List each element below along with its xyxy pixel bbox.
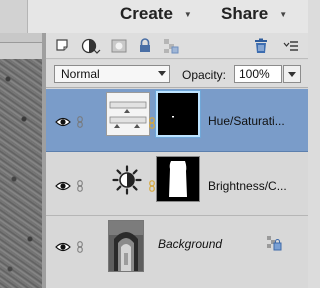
opacity-value: 100%: [239, 67, 270, 81]
brightness-icon[interactable]: [112, 165, 142, 195]
panel-menu-icon[interactable]: [282, 37, 300, 55]
top-left-strip: [0, 0, 28, 33]
opacity-dropdown-button[interactable]: [283, 65, 301, 83]
share-label: Share: [221, 4, 269, 23]
layer-options-row: Normal Opacity: 100%: [46, 60, 308, 88]
opacity-label: Opacity:: [182, 68, 227, 82]
layer-row[interactable]: Brightness/C...: [46, 153, 308, 216]
layer-name[interactable]: Hue/Saturati...: [208, 114, 306, 128]
lock-transparency-icon[interactable]: [266, 235, 282, 251]
share-button[interactable]: Share ▼: [221, 4, 287, 24]
lock-transparency-icon[interactable]: [162, 37, 180, 55]
chevron-down-icon: [288, 72, 296, 77]
chain-icon[interactable]: [77, 240, 83, 253]
top-bar: Create ▼ Share ▼: [0, 0, 308, 33]
trash-icon[interactable]: [252, 37, 270, 55]
layers-panel: Normal Opacity: 100% Hue/Saturati... Bri…: [46, 33, 308, 288]
layer-mask-thumbnail[interactable]: [156, 156, 200, 202]
layer-link-icon[interactable]: [149, 116, 155, 129]
share-dropdown-icon: ▼: [279, 9, 288, 19]
add-mask-icon[interactable]: [110, 37, 128, 55]
chain-icon[interactable]: [77, 115, 83, 128]
canvas-area[interactable]: [0, 33, 46, 288]
canvas-image[interactable]: [0, 59, 42, 288]
blend-mode-value: Normal: [61, 67, 100, 81]
chevron-down-icon: [158, 71, 166, 76]
eye-icon[interactable]: [55, 240, 71, 252]
layer-row[interactable]: Hue/Saturati...: [46, 89, 308, 152]
layers-toolbar: [46, 33, 308, 59]
layer-link-icon[interactable]: [149, 179, 155, 192]
eye-icon[interactable]: [55, 115, 71, 127]
layer-name[interactable]: Background: [158, 237, 256, 251]
create-dropdown-icon: ▼: [183, 9, 192, 19]
background-thumbnail[interactable]: [108, 220, 144, 272]
fill-adjustment-icon[interactable]: [80, 37, 106, 55]
canvas-ruler: [0, 33, 46, 43]
eye-icon[interactable]: [55, 179, 71, 191]
layer-mask-thumbnail[interactable]: [156, 91, 200, 137]
blend-mode-select[interactable]: Normal: [54, 65, 170, 83]
new-layer-icon[interactable]: [54, 37, 72, 55]
hue-saturation-thumbnail[interactable]: [106, 92, 150, 136]
layer-name[interactable]: Brightness/C...: [208, 179, 306, 193]
layer-row[interactable]: Background: [46, 217, 308, 288]
create-button[interactable]: Create ▼: [120, 4, 192, 24]
create-label: Create: [120, 4, 173, 23]
chain-icon[interactable]: [77, 179, 83, 192]
opacity-input[interactable]: 100%: [234, 65, 282, 83]
lock-all-icon[interactable]: [136, 37, 154, 55]
